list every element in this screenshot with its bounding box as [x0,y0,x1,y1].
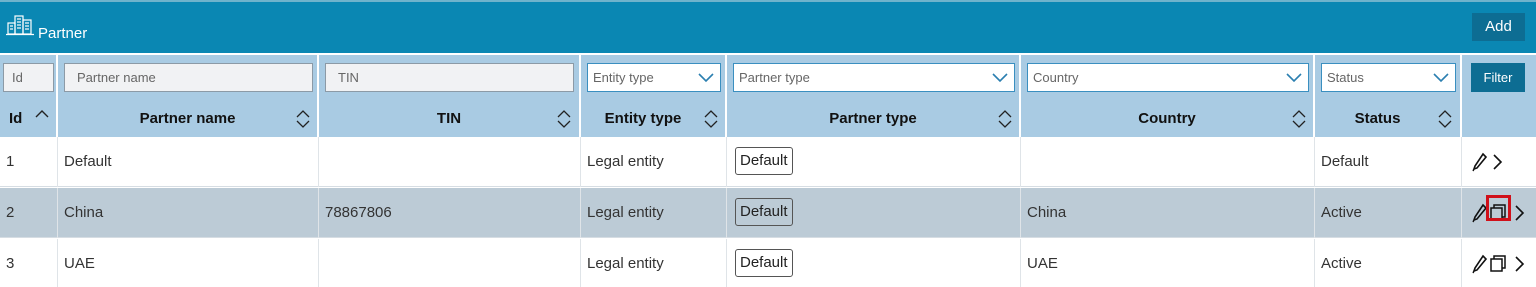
cell-tin: 78867806 [319,188,581,238]
entity-type-select[interactable]: Entity type [587,63,721,92]
table-header: Id Partner name TIN Entity type Partner … [0,100,1536,137]
column-header-label: Entity type [604,110,682,127]
column-header-country[interactable]: Country [1021,100,1315,137]
chevron-right-icon[interactable] [1488,151,1508,173]
cell-country [1021,137,1315,187]
table-row[interactable]: 3 UAE Legal entity Default UAE Active [0,239,1536,287]
cell-entity-type: Legal entity [581,188,727,238]
entity-type-select-label: Entity type [593,70,654,85]
chevron-right-icon[interactable] [1510,253,1530,275]
partner-type-badge: Default [735,146,793,175]
cell-actions [1462,239,1536,287]
partner-type-select-label: Partner type [739,70,810,85]
cell-partner-type: Default [727,137,1021,187]
cell-id: 1 [0,137,58,187]
sort-icon [296,110,310,128]
column-header-label: Partner type [829,110,917,127]
sort-icon [998,110,1012,128]
cell-entity-type: Legal entity [581,239,727,287]
table-row[interactable]: 1 Default Legal entity Default Default [0,137,1536,187]
column-header-partner-name[interactable]: Partner name [58,100,319,137]
cell-country: China [1021,188,1315,238]
chevron-right-icon[interactable] [1510,202,1530,224]
filter-cell-tin: TIN [319,55,581,100]
pencil-icon[interactable] [1470,151,1490,173]
column-header-label: Country [1138,110,1196,127]
sort-icon [557,110,571,128]
id-filter-input[interactable]: Id [3,63,54,92]
sort-icon [704,110,718,128]
cell-tin [319,137,581,187]
cell-tin [319,239,581,287]
cell-partner-type: Default [727,188,1021,238]
cell-status: Default [1315,137,1462,187]
cell-id: 3 [0,239,58,287]
partner-type-badge: Default [735,197,793,226]
filter-cell-partner-name: Partner name [58,55,319,100]
column-header-label: Partner name [139,110,236,127]
column-header-partner-type[interactable]: Partner type [727,100,1021,137]
partner-type-badge: Default [735,248,793,277]
page-header: Partner Add [0,0,1536,53]
copy-highlight-box [1486,195,1511,221]
table-row-selected[interactable]: 2 China 78867806 Legal entity Default Ch… [0,188,1536,238]
partner-type-select[interactable]: Partner type [733,63,1015,92]
tin-filter-input[interactable]: TIN [325,63,574,92]
buildings-icon [6,15,34,36]
country-select-label: Country [1033,70,1079,85]
chevron-down-icon [698,73,714,83]
copy-icon[interactable] [1488,253,1508,275]
filter-cell-entity-type: Entity type [581,55,727,100]
filter-cell-partner-type: Partner type [727,55,1021,100]
cell-actions [1462,137,1536,187]
pencil-icon[interactable] [1470,253,1490,275]
chevron-down-icon [1286,73,1302,83]
cell-status: Active [1315,188,1462,238]
chevron-down-icon [992,73,1008,83]
column-header-entity-type[interactable]: Entity type [581,100,727,137]
filter-button[interactable]: Filter [1471,63,1525,92]
sort-icon [1292,110,1306,128]
column-header-id[interactable]: Id [0,100,58,137]
filter-row: Id Partner name TIN Entity type Partner … [0,55,1536,100]
column-header-tin[interactable]: TIN [319,100,581,137]
sort-icon [1438,110,1452,128]
cell-status: Active [1315,239,1462,287]
country-select[interactable]: Country [1027,63,1309,92]
add-button[interactable]: Add [1472,13,1525,41]
cell-partner-name: UAE [58,239,319,287]
status-select[interactable]: Status [1321,63,1456,92]
page-title: Partner [38,25,88,42]
column-header-label: Status [1354,110,1401,127]
column-header-label: TIN [436,110,462,127]
filter-cell-status: Status [1315,55,1462,100]
column-header-actions [1462,100,1536,137]
partner-name-filter-input[interactable]: Partner name [64,63,313,92]
chevron-down-icon [1433,73,1449,83]
cell-partner-name: China [58,188,319,238]
cell-entity-type: Legal entity [581,137,727,187]
column-header-status[interactable]: Status [1315,100,1462,137]
cell-id: 2 [0,188,58,238]
status-select-label: Status [1327,70,1364,85]
cell-country: UAE [1021,239,1315,287]
filter-cell-id: Id [0,55,58,100]
sort-ascending-icon [35,110,49,118]
filter-cell-country: Country [1021,55,1315,100]
cell-partner-name: Default [58,137,319,187]
cell-partner-type: Default [727,239,1021,287]
